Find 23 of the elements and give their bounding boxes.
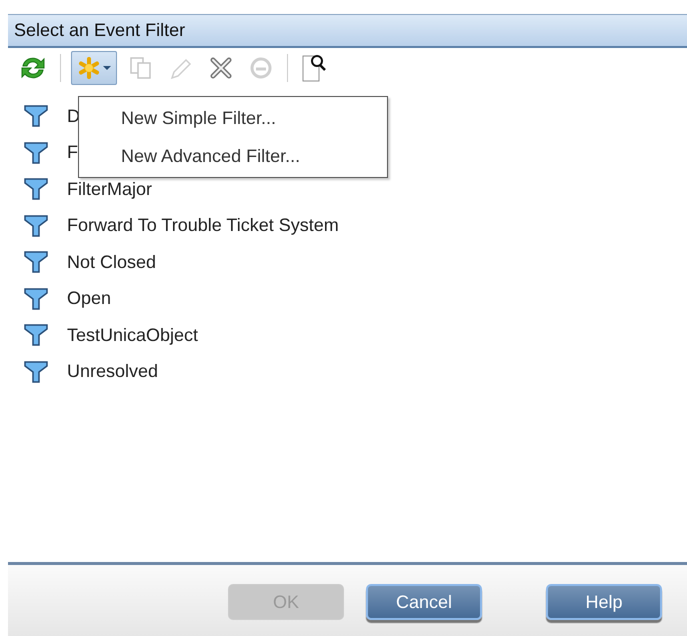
filter-icon — [24, 142, 48, 164]
refresh-icon[interactable] — [19, 55, 47, 81]
filter-icon — [24, 288, 48, 310]
filter-name[interactable]: Forward To Trouble Ticket System — [67, 215, 339, 236]
menu-item[interactable]: New Advanced Filter... — [79, 137, 387, 175]
dialog-button[interactable]: Help — [546, 584, 662, 620]
dialog-button[interactable]: Cancel — [366, 584, 482, 620]
filter-icon — [24, 178, 48, 200]
filter-name[interactable]: Open — [67, 288, 112, 310]
filter-icon — [24, 324, 48, 346]
dialog-title: Select an Event Filter — [14, 20, 186, 41]
caret-icon[interactable] — [102, 64, 112, 72]
filter-icon — [24, 360, 48, 383]
filter-name[interactable]: F — [67, 142, 78, 164]
filter-name[interactable]: TestUnicaObject — [67, 324, 198, 346]
filter-icon — [24, 214, 48, 237]
filter-icon — [24, 251, 48, 274]
menu-item[interactable]: New Simple Filter... — [79, 99, 387, 137]
filter-name[interactable]: FilterMajor — [67, 178, 152, 200]
filter-icon — [24, 105, 48, 128]
filter-name[interactable]: Unresolved — [67, 361, 158, 382]
filter-name[interactable]: Not Closed — [67, 252, 156, 273]
delete-icon[interactable] — [208, 55, 234, 81]
